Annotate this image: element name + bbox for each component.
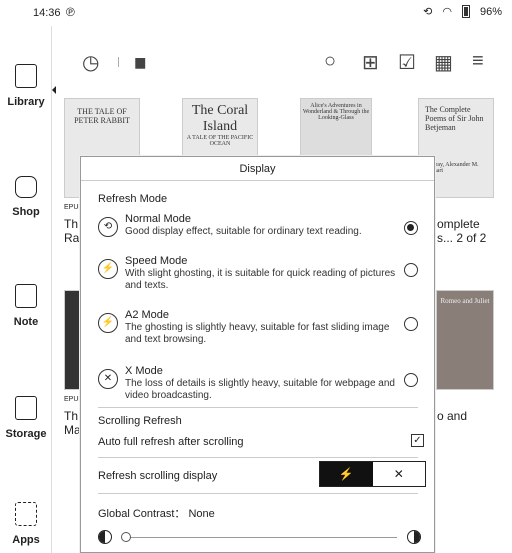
book-title: Alice's Adventures in Wonderland & Throu… [302,103,370,121]
sidebar-item-note[interactable]: Note [0,284,52,330]
toolbar-divider [118,57,119,67]
select-icon[interactable]: ☑ [398,50,416,75]
normal-mode-radio[interactable] [404,221,418,235]
book-title-fragment: Th Ma [64,409,81,437]
contrast-slider-track[interactable] [127,537,397,538]
status-time: 14:36 [33,7,61,19]
sidebar-item-storage[interactable]: Storage [0,396,52,442]
library-toolbar: ◷ ▮▮ ○ ⊞ ☑ ▦ ≡ [52,26,512,96]
battery-percent: 96% [479,5,502,18]
grid-view-icon[interactable]: ▦ [434,50,453,75]
x-mode-icon: ✕ [98,369,118,389]
book-title-fragment: o and [437,409,468,423]
contrast-high-icon [407,530,421,544]
refresh-scrolling-display-label: Refresh scrolling display [98,470,218,482]
status-bar: 14:36 ℗ ⟲ ◠ 96% [0,0,512,26]
x-mode-radio[interactable] [404,373,418,387]
refresh-mode-label: Refresh Mode [98,193,168,205]
shop-icon [15,176,37,198]
sync-icon: ⟲ [423,6,433,18]
book-cover-alice[interactable]: Alice's Adventures in Wonderland & Throu… [300,98,372,158]
mode-description: The ghosting is slightly heavy, suitable… [125,322,390,345]
mode-name: A2 Mode [125,309,170,321]
sidebar-item-label: Note [13,316,39,328]
sidebar-item-label: Apps [12,534,40,546]
mode-name: Normal Mode [125,213,192,225]
speed-mode-option[interactable]: ⚡ Speed Mode With slight ghosting, it is… [98,255,418,291]
divider [98,407,418,408]
global-contrast-label: Global Contrast： None [98,508,215,520]
display-dialog: Display Refresh Mode ⟲ Normal Mode Good … [80,156,435,553]
book-title: THE TALE OF PETER RABBIT [74,107,130,125]
contrast-low-icon [98,530,112,544]
library-icon [15,64,37,88]
battery-icon [461,5,470,18]
a2-mode-option[interactable]: ⚡ A2 Mode The ghosting is slightly heavy… [98,309,418,345]
book-cover-romeo-juliet[interactable]: Romeo and Juliet [436,290,494,390]
refresh-display-option-on-icon[interactable]: ⚡ [320,462,373,486]
speed-mode-icon: ⚡ [98,259,118,279]
contrast-slider-thumb[interactable] [121,532,131,542]
wifi-icon: ◠ [442,6,452,18]
menu-icon[interactable]: ≡ [472,50,484,73]
scrolling-refresh-label: Scrolling Refresh [98,415,182,427]
auto-refresh-label: Auto full refresh after scrolling [98,436,244,448]
x-mode-option[interactable]: ✕ X Mode The loss of details is slightly… [98,365,418,401]
sidebar-item-label: Storage [5,428,47,440]
storage-icon [15,396,37,420]
apps-icon [15,502,37,526]
book-title: Romeo and Juliet [440,297,490,305]
book-subtitle: A TALE OF THE PACIFIC OCEAN [186,135,254,147]
a2-mode-radio[interactable] [404,317,418,331]
mode-name: Speed Mode [125,255,188,267]
sidebar-item-shop[interactable]: Shop [0,176,52,220]
sidebar-item-library[interactable]: Library [0,64,56,110]
mode-description: With slight ghosting, it is suitable for… [125,268,396,291]
sidebar-item-label: Shop [12,206,40,218]
app-indicator-icon: ℗ [66,5,75,19]
divider [98,457,418,458]
history-icon[interactable]: ◷ [82,50,99,75]
book-title: The Complete Poems of Sir John Betjeman [425,105,484,132]
book-title-fragment: omplete s... 2 of 2 [437,217,487,245]
a2-mode-icon: ⚡ [98,313,118,333]
sidebar: Library Shop Note Storage Apps [0,26,56,553]
stats-icon[interactable]: ▮▮ [134,54,147,71]
refresh-display-option-off-icon[interactable]: ✕ [373,462,426,486]
refresh-display-toggle[interactable]: ⚡ ✕ [319,461,426,487]
speed-mode-radio[interactable] [404,263,418,277]
normal-mode-icon: ⟲ [98,217,118,237]
divider [98,493,418,494]
book-cover-coral-island[interactable]: The Coral Island A TALE OF THE PACIFIC O… [182,98,258,158]
book-title-fragment: Th Ra [64,217,80,245]
add-icon[interactable]: ⊞ [362,50,379,75]
auto-refresh-checkbox[interactable]: ✓ [411,434,424,447]
note-icon [15,284,37,308]
mode-name: X Mode [125,365,163,377]
normal-mode-option[interactable]: ⟲ Normal Mode Good display effect, suita… [98,213,418,249]
search-icon[interactable]: ○ [324,50,336,73]
book-title: The Coral Island [191,103,249,134]
mode-description: The loss of details is slightly heavy, s… [125,378,395,401]
dialog-title: Display [81,157,434,181]
sidebar-item-label: Library [7,96,45,108]
mode-description: Good display effect, suitable for ordina… [125,226,362,237]
sidebar-item-apps[interactable]: Apps [0,502,52,548]
